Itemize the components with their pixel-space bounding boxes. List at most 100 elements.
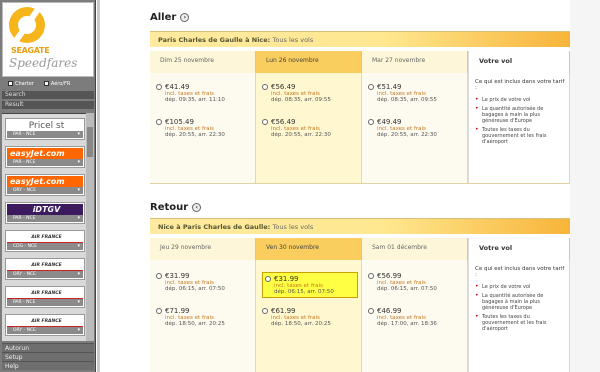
fare-option[interactable]: €56.99 incl. taxes et frais dép. 06:15, ar… — [368, 272, 464, 292]
fare-option[interactable]: €51.49 incl. taxes et frais dép. 08:35, ar… — [368, 83, 464, 103]
fare-times: dép. 18:50, arr. 20:25 — [271, 321, 331, 327]
retour-route-bar: Nice à Paris Charles de Gaulle: Tous les… — [150, 218, 570, 234]
charter-checkbox[interactable]: Charter — [8, 81, 34, 87]
route-select[interactable]: PAR - NCE — [7, 159, 83, 166]
fare-radio[interactable] — [368, 119, 374, 125]
provider-item[interactable]: AIR FRANCE CDG - NCE — [5, 230, 85, 252]
route-select[interactable]: PAR - NCE — [7, 215, 83, 222]
charter-label: Charter — [15, 81, 34, 87]
fare-radio[interactable] — [156, 84, 162, 90]
aller-route-filter[interactable]: Tous les vols — [273, 36, 314, 44]
fare-radio[interactable] — [265, 276, 271, 282]
aller-fare-col-2: €56.49 incl. taxes et frais dép. 08:35, ar… — [256, 73, 362, 183]
nav-search[interactable]: Search — [2, 91, 94, 99]
aller-your-flight-header: Votre vol — [468, 51, 570, 73]
sidebar: SEAGATE Speedfares Charter Aéro/FR Searc… — [0, 0, 96, 372]
fare-radio[interactable] — [368, 308, 374, 314]
aero-label: Aéro/FR — [50, 81, 71, 87]
retour-info-item: Toutes les taxes du gouvernement et les … — [475, 314, 565, 332]
app-logo: SEAGATE Speedfares — [2, 2, 94, 77]
aller-title: Aller — [150, 11, 177, 23]
retour-info-list: Le prix de votre vol La quantité autoris… — [475, 284, 565, 332]
aller-info-title: Ce qui est inclus dans votre tarif : — [475, 79, 565, 91]
nav-result[interactable]: Result — [2, 101, 94, 109]
retour-date-col-2[interactable]: Ven 30 novembre — [256, 238, 362, 260]
fare-radio[interactable] — [262, 308, 268, 314]
fare-times: dép. 08:35, arr. 09:55 — [377, 97, 437, 103]
filter-checkboxes: Charter Aéro/FR — [2, 79, 94, 89]
provider-item[interactable]: AIR FRANCE PAR - NCE — [5, 286, 85, 308]
fare-option[interactable]: €56.49 incl. taxes et frais dép. 20:55, ar… — [262, 118, 358, 138]
fare-price: €105.49 — [165, 118, 194, 126]
fare-price: €71.99 — [165, 307, 190, 315]
aero-checkbox[interactable]: Aéro/FR — [43, 81, 71, 87]
arrow-left-icon[interactable]: ‹ — [192, 202, 202, 212]
fare-radio[interactable] — [156, 119, 162, 125]
fare-option[interactable]: €71.99 incl. taxes et frais dép. 18:50, ar… — [156, 307, 252, 327]
retour-route-filter[interactable]: Tous les vols — [273, 223, 314, 231]
route-select[interactable]: PAR - NCE — [7, 299, 83, 306]
aller-route: Paris Charles de Gaulle à Nice: — [158, 36, 271, 44]
nav-setup[interactable]: Setup — [2, 352, 94, 361]
divider — [150, 183, 570, 184]
fare-option[interactable]: €105.49 incl. taxes et frais dép. 20:55, a… — [156, 118, 252, 138]
fare-times: dép. 20:55, arr. 22:30 — [377, 132, 437, 138]
fare-price: €56.49 — [271, 118, 296, 126]
retour-date-col-1[interactable]: Jeu 29 novembre — [150, 238, 256, 260]
fare-option[interactable]: €31.99 incl. taxes et frais dép. 06:15, ar… — [262, 272, 358, 298]
provider-item[interactable]: easyJet.com ORY - NCE — [5, 174, 85, 196]
fare-option[interactable]: €46.99 incl. taxes et frais dép. 17:00, ar… — [368, 307, 464, 327]
fare-radio[interactable] — [368, 273, 374, 279]
fare-option[interactable]: €41.49 incl. taxes et frais dép. 09:35, ar… — [156, 83, 252, 103]
fare-times: dép. 06:15, arr. 07:50 — [377, 286, 437, 292]
fare-times: dép. 20:55, arr. 22:30 — [271, 132, 331, 138]
fare-option[interactable]: €31.99 incl. taxes et frais dép. 06:15, ar… — [156, 272, 252, 292]
aller-fare-grid: €41.49 incl. taxes et frais dép. 09:35, ar… — [150, 73, 570, 183]
retour-fare-grid: €31.99 incl. taxes et frais dép. 06:15, ar… — [150, 260, 570, 372]
retour-your-flight-header: Votre vol — [468, 238, 570, 260]
nav-help[interactable]: Help — [2, 361, 94, 370]
provider-scrollbar[interactable] — [86, 113, 94, 341]
route-select[interactable]: ORY - NCE — [7, 187, 83, 194]
aller-date-col-1[interactable]: Dim 25 novembre — [150, 51, 256, 73]
aller-date-header: Dim 25 novembre Lun 26 novembre Mar 27 n… — [150, 51, 570, 73]
aller-fare-col-3: €51.49 incl. taxes et frais dép. 08:35, ar… — [362, 73, 468, 183]
fare-option[interactable]: €56.49 incl. taxes et frais dép. 08:35, ar… — [262, 83, 358, 103]
nav-autorun[interactable]: Autorun — [2, 343, 94, 352]
fare-price: €51.49 — [377, 83, 402, 91]
provider-item[interactable]: iDTGV PAR - NCE — [5, 202, 85, 224]
route-select[interactable]: PAR - NCE — [7, 131, 83, 138]
route-select[interactable]: ORY - NCE — [7, 271, 83, 278]
aller-fare-col-1: €41.49 incl. taxes et frais dép. 09:35, ar… — [150, 73, 256, 183]
app-name: Speedfares — [9, 56, 78, 70]
fare-radio[interactable] — [368, 84, 374, 90]
provider-item[interactable]: AIR FRANCE ORY - NCE — [5, 258, 85, 280]
retour-date-header: Jeu 29 novembre Ven 30 novembre Sam 01 d… — [150, 238, 570, 260]
retour-title: Retour — [150, 201, 189, 213]
fare-radio[interactable] — [156, 273, 162, 279]
fare-option[interactable]: €61.99 incl. taxes et frais dép. 18:50, ar… — [262, 307, 358, 327]
fare-radio[interactable] — [262, 119, 268, 125]
retour-date-col-3[interactable]: Sam 01 décembre — [362, 238, 468, 260]
fare-times: dép. 18:50, arr. 20:25 — [165, 321, 225, 327]
page-margin — [570, 0, 600, 372]
route-select[interactable]: CDG - NCE — [7, 243, 83, 250]
provider-item[interactable]: Pricel st PAR - NCE — [5, 118, 85, 140]
retour-info-item: La quantité autorisée de bagages à main … — [475, 293, 565, 311]
fare-price: €31.99 — [274, 275, 299, 283]
aller-date-col-2[interactable]: Lun 26 novembre — [256, 51, 362, 73]
brand-name: SEAGATE — [11, 46, 50, 55]
fare-times: dép. 20:55, arr. 22:30 — [165, 132, 225, 138]
provider-item[interactable]: easyJet.com PAR - NCE — [5, 146, 85, 168]
arrow-right-icon[interactable]: › — [180, 12, 190, 22]
provider-item[interactable]: AIR FRANCE ORY - NCE — [5, 314, 85, 336]
aller-date-col-3[interactable]: Mar 27 novembre — [362, 51, 468, 73]
fare-price: €49.49 — [377, 118, 402, 126]
fare-radio[interactable] — [262, 84, 268, 90]
scrollbar-thumb[interactable] — [87, 127, 93, 157]
aller-info-item: Le prix de votre vol — [475, 97, 565, 103]
route-select[interactable]: ORY - NCE — [7, 327, 83, 334]
fare-radio[interactable] — [156, 308, 162, 314]
retour-fare-col-2: €31.99 incl. taxes et frais dép. 06:15, ar… — [256, 260, 362, 372]
fare-option[interactable]: €49.49 incl. taxes et frais dép. 20:55, ar… — [368, 118, 464, 138]
